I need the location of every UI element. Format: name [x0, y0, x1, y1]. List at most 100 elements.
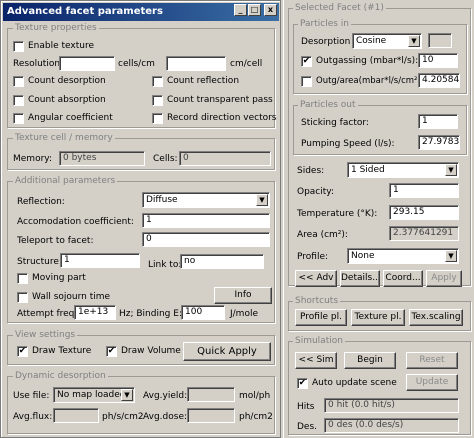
attempt-freq-input[interactable]: 1e+13 [74, 305, 116, 320]
info-button[interactable]: Info [214, 287, 272, 304]
angular-coefficient-checkbox[interactable] [13, 113, 24, 124]
opacity-input[interactable]: 1 [389, 183, 459, 198]
profile-plotter-button[interactable]: Profile pl. [295, 309, 347, 326]
count-transparent-checkbox[interactable] [152, 95, 163, 106]
quick-apply-button[interactable]: Quick Apply [183, 342, 271, 361]
texture-plotter-button[interactable]: Texture pl. [351, 309, 405, 326]
dynamic-desorption-title: Dynamic desorption [13, 371, 108, 381]
adv-button[interactable]: << Adv [295, 270, 337, 287]
view-settings-title: View settings [13, 330, 78, 340]
record-direction-checkbox[interactable] [152, 113, 163, 124]
auto-update-checkbox[interactable]: ✔ [297, 378, 308, 389]
resolution-cm-per-cell-input[interactable] [166, 56, 226, 71]
profile-label: Profile: [297, 252, 329, 262]
count-reflection-label: Count reflection [167, 76, 240, 86]
des-field: 0 des (0.0 des/s) [324, 418, 459, 433]
maximize-button[interactable]: □ [248, 4, 261, 16]
sides-value: 1 Sided [351, 165, 385, 175]
des-label: Des. [297, 422, 318, 432]
structure-input[interactable]: 1 [60, 253, 140, 268]
reflection-dropdown[interactable]: Diffuse ▼ [142, 192, 270, 208]
outgassing-checkbox[interactable]: ✔ [301, 56, 312, 67]
texture-scaling-button[interactable]: Tex.scaling [409, 309, 463, 326]
desorption-dropdown[interactable]: Cosine ▼ [352, 33, 422, 49]
binding-energy-input[interactable]: 100 [181, 305, 225, 320]
moving-part-label: Moving part [32, 273, 86, 283]
reset-button[interactable]: Reset [406, 352, 458, 369]
sides-label: Sides: [297, 166, 325, 176]
resolution-cells-per-cm-input[interactable] [59, 56, 115, 71]
avg-flux-field [53, 408, 99, 423]
texture-properties-title: Texture properties [13, 23, 99, 33]
avg-yield-unit: mol/ph [239, 391, 271, 401]
sticking-input[interactable]: 1 [418, 114, 458, 129]
angular-coefficient-label: Angular coefficient [28, 113, 113, 123]
avg-flux-unit: ph/s/cm2 [102, 412, 144, 422]
outgassing-label: Outgassing (mbar*l/s): [316, 56, 419, 66]
desorption-exponent-field [428, 33, 452, 48]
avg-dose-field [187, 408, 235, 423]
minimize-button[interactable]: _ [234, 4, 247, 16]
count-absorption-checkbox[interactable] [13, 95, 24, 106]
pumping-speed-label: Pumping Speed (l/s): [301, 139, 395, 149]
wall-sojourn-checkbox[interactable] [17, 292, 28, 303]
opacity-label: Opacity: [297, 187, 334, 197]
outgassing-area-checkbox[interactable] [301, 76, 312, 87]
binding-label: Hz; Binding E: [119, 309, 182, 319]
temperature-input[interactable]: 293.15 [389, 205, 459, 220]
profile-value: None [351, 251, 375, 261]
area-field: 2.377641291 [389, 226, 459, 241]
enable-texture-label: Enable texture [28, 41, 95, 51]
resolution-label: Resolution: [13, 59, 64, 69]
use-file-dropdown[interactable]: No map loaded ▼ [53, 387, 135, 403]
reflection-value: Diffuse [146, 195, 178, 205]
profile-dropdown[interactable]: None ▼ [347, 248, 459, 264]
accomodation-label: Accomodation coefficient: [17, 217, 134, 227]
coord-button[interactable]: Coord... [383, 270, 423, 287]
desorption-value: Cosine [356, 36, 387, 46]
desorption-label: Desorption [301, 37, 351, 47]
draw-texture-checkbox[interactable]: ✔ [17, 346, 28, 357]
enable-texture-checkbox[interactable] [13, 41, 24, 52]
count-reflection-checkbox[interactable] [152, 76, 163, 87]
pumping-speed-input[interactable]: 27.9783 [418, 135, 460, 150]
draw-texture-label: Draw Texture [32, 346, 92, 356]
outgassing-input[interactable]: 10 [418, 53, 458, 68]
draw-volume-label: Draw Volume [121, 346, 181, 356]
details-button[interactable]: Details... [340, 270, 380, 287]
binding-unit: J/mole [230, 309, 258, 319]
sim-collapse-button[interactable]: << Sim [295, 352, 337, 369]
chevron-down-icon: ▼ [408, 35, 420, 47]
chevron-down-icon: ▼ [445, 164, 457, 176]
chevron-down-icon: ▼ [445, 250, 457, 262]
close-button[interactable]: x [264, 4, 277, 16]
avg-dose-unit: ph/cm2 [239, 412, 273, 422]
update-button[interactable]: Update [406, 374, 458, 391]
chevron-down-icon: ▼ [121, 389, 133, 401]
selected-facet-panel: Selected Facet (#1) Particles in Desorpt… [283, 0, 474, 438]
teleport-input[interactable]: 0 [142, 232, 270, 247]
teleport-label: Teleport to facet: [17, 236, 94, 246]
link-to-label: Link to: [148, 260, 182, 270]
begin-button[interactable]: Begin [344, 352, 396, 369]
window-title: Advanced facet parameters [7, 6, 163, 17]
temperature-label: Temperature (°K): [297, 209, 378, 219]
chevron-down-icon: ▼ [256, 194, 268, 206]
outgassing-area-label: Outg/area(mbar*l/s/cm²): [316, 76, 424, 86]
hits-label: Hits [297, 402, 315, 412]
avg-dose-label: Avg.dose: [143, 412, 188, 422]
wall-sojourn-label: Wall sojourn time [32, 292, 111, 302]
count-transparent-label: Count transparent pass [167, 95, 273, 105]
count-desorption-checkbox[interactable] [13, 76, 24, 87]
outgassing-area-input[interactable]: 4.205844 [418, 73, 460, 88]
count-absorption-label: Count absorption [28, 95, 106, 105]
accomodation-input[interactable]: 1 [142, 213, 270, 228]
sides-dropdown[interactable]: 1 Sided ▼ [347, 162, 459, 178]
avg-yield-label: Avg.yield: [143, 391, 188, 401]
link-to-input[interactable]: no [180, 254, 264, 269]
apply-button[interactable]: Apply [426, 270, 462, 287]
moving-part-checkbox[interactable] [17, 273, 28, 284]
memory-field: 0 bytes [59, 151, 145, 166]
dynamic-desorption-group [7, 376, 275, 434]
draw-volume-checkbox[interactable]: ✔ [106, 346, 117, 357]
